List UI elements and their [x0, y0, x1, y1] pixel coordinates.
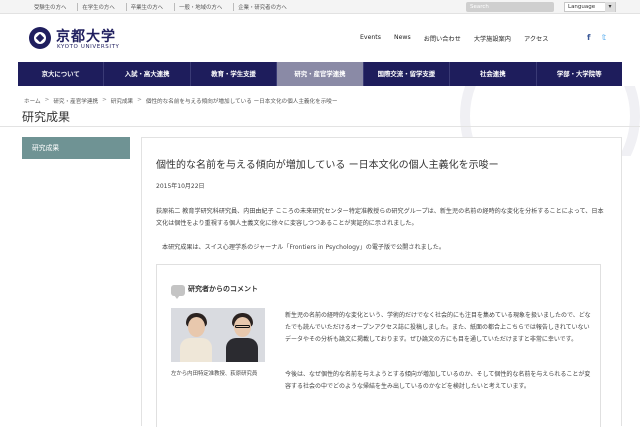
article-title: 個性的な名前を与える傾向が増加している ー日本文化の個人主義化を示唆ー: [156, 160, 499, 171]
mainnav-admissions[interactable]: 入試・高大連携: [104, 62, 191, 86]
breadcrumb-separator: >: [137, 97, 142, 103]
breadcrumb: ホーム > 研究・産官学連携 > 研究成果 > 個性的な名前を与える傾向が増加し…: [24, 97, 337, 105]
logo-japanese[interactable]: 京都大学: [56, 26, 116, 46]
audience-link-companies[interactable]: 企業・研究者の方へ: [233, 3, 296, 11]
breadcrumb-home[interactable]: ホーム: [24, 97, 41, 105]
top-utility-bar: 受験生の方へ 在学生の方へ 卒業生の方へ 一般・地域の方へ 企業・研究者の方へ …: [0, 0, 640, 14]
nav-access[interactable]: アクセス: [524, 34, 548, 43]
article-paragraph: 本研究成果は、スイス心理学系のジャーナル「Frontiers in Psycho…: [162, 244, 445, 251]
article-paragraph: 荻原祐二 教育学研究科研究員、内田由紀子 こころの未来研究センター特定准教授らの…: [156, 208, 604, 227]
breadcrumb-separator: >: [102, 97, 107, 103]
comment-paragraph: 新生児の名前の経時的な変化という、学術的だけでなく社会的にも注目を集めている現象…: [285, 312, 591, 343]
audience-link-prospective[interactable]: 受験生の方へ: [30, 3, 75, 11]
twitter-icon[interactable]: 𝕥: [602, 33, 606, 42]
language-select[interactable]: Language ▾: [564, 2, 616, 12]
mainnav-about[interactable]: 京大について: [18, 62, 105, 86]
nav-facilities[interactable]: 大学施設案内: [474, 34, 511, 43]
mainnav-education[interactable]: 教育・学生支援: [191, 62, 278, 86]
breadcrumb-separator: >: [44, 97, 50, 103]
mainnav-research[interactable]: 研究・産官学連携: [277, 62, 364, 86]
comment-paragraph: 今後は、なぜ個性的な名前を与えようとする傾向が増加しているのか、そして個性的な名…: [285, 371, 591, 390]
researcher-figure: [177, 308, 215, 362]
researchers-photo: [171, 308, 265, 362]
nav-contact[interactable]: お問い合わせ: [424, 34, 461, 43]
nav-events[interactable]: Events: [360, 34, 381, 43]
speech-bubble-icon: [171, 285, 185, 299]
search-placeholder: Search: [470, 3, 489, 10]
researcher-comment-box: 研究者からのコメント 左から内田特定准教授、荻原研究員 新生児の名前の経時的な変…: [156, 264, 601, 427]
photo-caption: 左から内田特定准教授、荻原研究員: [171, 371, 258, 377]
comment-heading: 研究者からのコメント: [188, 285, 258, 293]
facebook-icon[interactable]: f: [587, 33, 590, 42]
search-input[interactable]: Search: [466, 2, 554, 12]
mainnav-community[interactable]: 社会連携: [450, 62, 537, 86]
breadcrumb-results[interactable]: 研究成果: [111, 97, 133, 105]
mainnav-faculties[interactable]: 学部・大学院等: [537, 62, 622, 86]
audience-link-alumni[interactable]: 卒業生の方へ: [125, 3, 172, 11]
audience-link-students[interactable]: 在学生の方へ: [77, 3, 123, 11]
nav-news[interactable]: News: [394, 34, 411, 43]
breadcrumb-current: 個性的な名前を与える傾向が増加している ー日本文化の個人主義化を示唆ー: [145, 99, 338, 105]
site-header: 京都大学 KYOTO UNIVERSITY Events News お問い合わせ…: [0, 14, 640, 62]
audience-link-public[interactable]: 一般・地域の方へ: [174, 3, 231, 11]
university-emblem-icon[interactable]: [29, 27, 51, 49]
global-nav: Events News お問い合わせ 大学施設案内 アクセス: [360, 34, 561, 43]
chevron-down-icon: ▾: [605, 2, 615, 12]
sidebar-item-research-results[interactable]: 研究成果: [22, 137, 130, 159]
breadcrumb-research[interactable]: 研究・産官学連携: [53, 97, 98, 105]
mainnav-international[interactable]: 国際交流・留学支援: [364, 62, 451, 86]
article-panel: 個性的な名前を与える傾向が増加している ー日本文化の個人主義化を示唆ー 2015…: [141, 137, 622, 427]
audience-links: 受験生の方へ 在学生の方へ 卒業生の方へ 一般・地域の方へ 企業・研究者の方へ: [30, 3, 296, 11]
language-label: Language: [568, 4, 596, 10]
article-date: 2015年10月22日: [156, 183, 205, 190]
researcher-figure: [223, 308, 261, 362]
page-title: 研究成果: [22, 110, 71, 124]
divider: [0, 126, 640, 127]
main-nav: 京大について 入試・高大連携 教育・学生支援 研究・産官学連携 国際交流・留学支…: [18, 62, 622, 86]
logo-english[interactable]: KYOTO UNIVERSITY: [57, 44, 120, 50]
